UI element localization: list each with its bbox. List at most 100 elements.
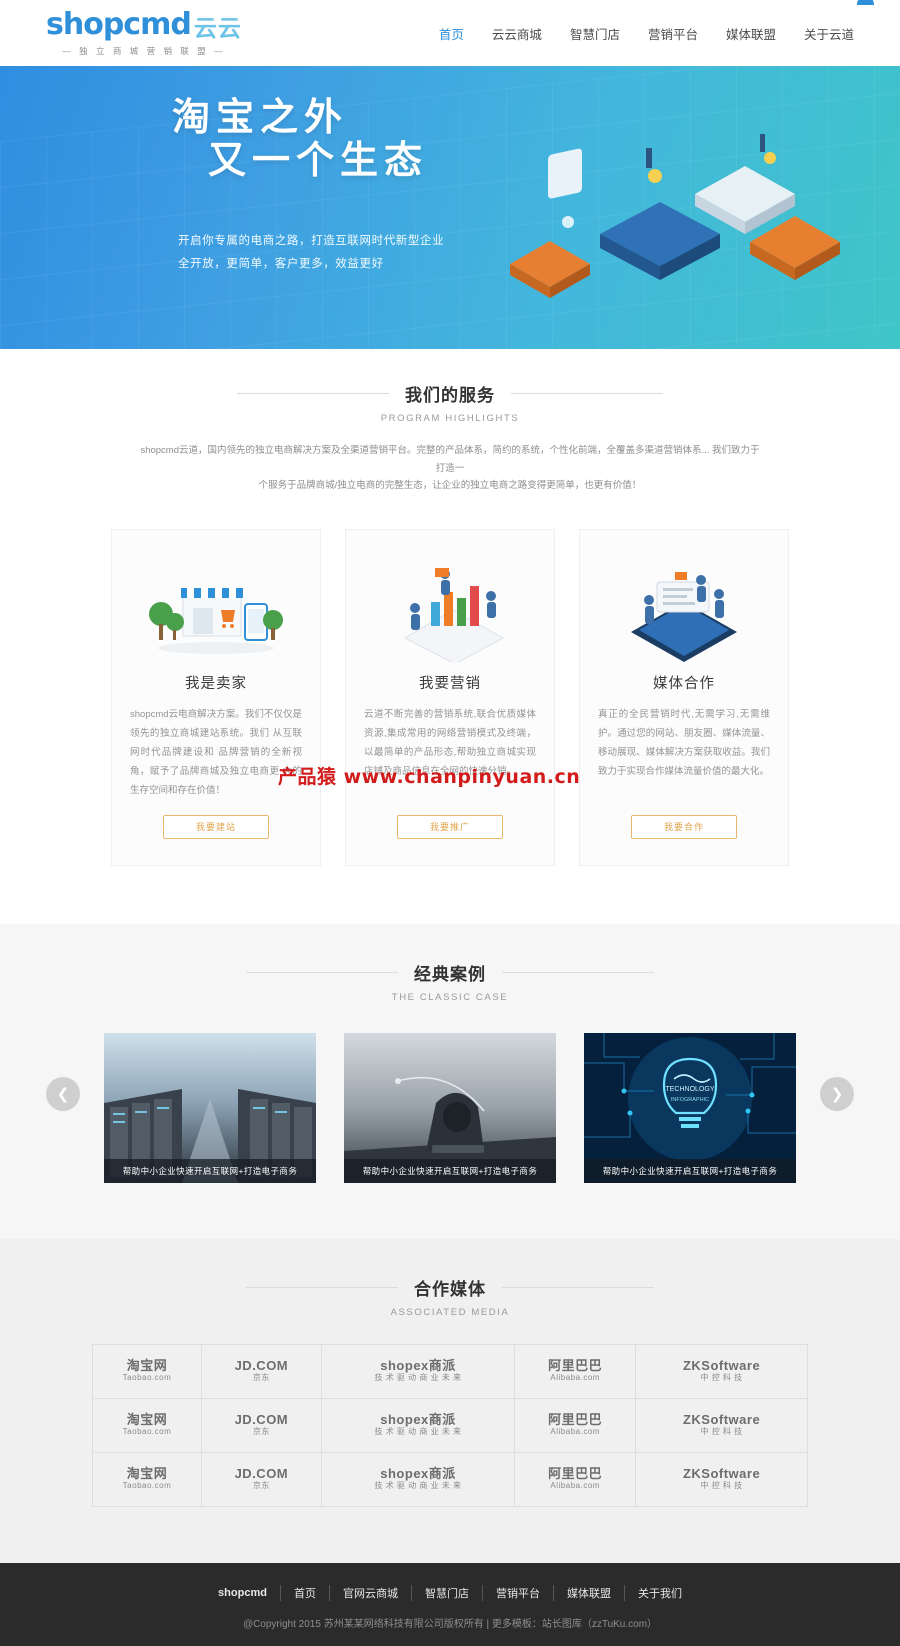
service-card-button-promote[interactable]: 我要推广 [397,814,503,839]
logo-tagline: — 独 立 商 城 营 销 联 盟 — [62,45,226,56]
brand-logo: JD.COM 京东 [202,1467,321,1491]
media-subtitle: ASSOCIATED MEDIA [390,1306,510,1318]
brand-sub: Taobao.com [122,1372,172,1382]
brand-name: ZKSoftware [682,1358,761,1374]
brand-sub: 中 控 科 技 [700,1372,743,1382]
media-logo-cell[interactable]: 阿里巴巴 Alibaba.com [514,1343,637,1399]
case-carousel: ❮ 帮助中小企业快速开启互联网+打造电子商务 帮助中小企业快速开启互联网+打造电… [0,1032,900,1183]
media-logo-cell[interactable]: ZKSoftware 中 控 科 技 [635,1397,808,1453]
brand-name: JD.COM [234,1412,289,1428]
brand-logo: 阿里巴巴 Alibaba.com [515,1359,635,1383]
media-logo-grid: 淘宝网 Taobao.com JD.COM 京东 shopex商派技 术 驱 动 商 业… [92,1343,808,1507]
hero-title: 淘宝之外 又一个生态 [172,97,444,182]
service-card-title: 我是卖家 [185,675,247,692]
footer-link-about[interactable]: 关于我们 [623,1584,695,1601]
brand-name: shopex商派 [380,1466,456,1482]
hero-subtitle-line1: 开启你专属的电商之路，打造互联网时代新型企业 [178,235,445,248]
footer-link-store[interactable]: 智慧门店 [410,1584,482,1601]
services-subtitle: PROGRAM HIGHLIGHTS [380,413,520,424]
media-logo-cell[interactable]: shopex商派技 术 驱 动 商 业 未 来 [320,1397,516,1453]
services-section: 我们的服务 PROGRAM HIGHLIGHTS shopcmd云道，国内领先的… [0,349,900,924]
services-description-line2: 个服务于品牌商城/独立电商的完整生态，让企业的独立电商之路变得更简单，也更有价值… [258,480,642,492]
media-logo-cell[interactable]: 阿里巴巴 Alibaba.com [514,1451,637,1507]
brand-logo: 淘宝网 Taobao.com [93,1467,201,1491]
brand-name: JD.COM [234,1358,289,1374]
media-heading: 合作媒体 ASSOCIATED MEDIA [0,1243,900,1318]
brand-logo: 阿里巴巴 Alibaba.com [515,1413,635,1437]
hero-illustration [510,134,840,298]
service-card-button-cooperate[interactable]: 我要合作 [631,814,737,839]
page-root: shopcmd 云云 — 独 立 商 城 营 销 联 盟 — 首页 云云商城 智… [0,0,900,1646]
handshake-icon [631,571,737,662]
service-card-marketing: 我要营销 云道不断完善的营销系统,联合优质媒体资源,集成常用的网络营销模式及终端… [345,528,555,866]
brand-name: ZKSoftware [682,1466,761,1482]
nav-item-store[interactable]: 智慧门店 [570,24,620,43]
nav-item-mall[interactable]: 云云商城 [492,24,542,43]
brand-sub: 京东 [252,1426,270,1436]
brand-logo: shopex商派技 术 驱 动 商 业 未 来 [322,1359,514,1383]
chevron-right-icon[interactable]: ❯ [820,1076,854,1111]
brand-sub: 中 控 科 技 [700,1426,743,1436]
media-logo-cell[interactable]: 淘宝网 Taobao.com [92,1451,202,1507]
media-logo-cell[interactable]: JD.COM 京东 [200,1451,322,1507]
nav-item-home[interactable]: 首页 [439,24,464,43]
case-list: 帮助中小企业快速开启互联网+打造电子商务 帮助中小企业快速开启互联网+打造电子商… [0,1032,900,1183]
brand-logo: 阿里巴巴 Alibaba.com [515,1467,635,1491]
watermark-text: 产品猿 www.chanpinyuan.cn [278,766,581,788]
service-card-title: 我要营销 [419,675,481,692]
nav-item-marketing[interactable]: 营销平台 [648,24,698,43]
media-logo-cell[interactable]: JD.COM 京东 [200,1397,322,1453]
hero-banner: 淘宝之外 又一个生态 开启你专属的电商之路，打造互联网时代新型企业 全开放，更简… [0,66,900,349]
case-overlay-bottom: INFOGRAPHIC [671,1097,709,1103]
footer-link-home[interactable]: 首页 [279,1584,329,1601]
brand-name: 阿里巴巴 [548,1412,603,1428]
brand-logo: shopex商派技 术 驱 动 商 业 未 来 [322,1467,514,1491]
storefront-icon [149,587,283,654]
media-logo-cell[interactable]: 淘宝网 Taobao.com [92,1397,202,1453]
case-item[interactable]: 帮助中小企业快速开启互联网+打造电子商务 [344,1032,556,1183]
brand-logo: ZKSoftware 中 控 科 技 [636,1359,807,1383]
case-item[interactable]: TECHNOLOGY INFOGRAPHIC 帮助中小企业快速开启互联网+打造电… [584,1032,796,1183]
service-card-media: 媒体合作 真正的全民营销时代,无需学习,无需维护。通过您的网站、朋友圈、媒体流量… [579,528,789,866]
footer-link-media[interactable]: 媒体联盟 [552,1584,624,1601]
brand-sub: 技 术 驱 动 商 业 未 来 [374,1480,462,1490]
chevron-left-icon[interactable]: ❮ [46,1076,80,1111]
media-logo-cell[interactable]: 阿里巴巴 Alibaba.com [514,1397,637,1453]
service-card-text: shopcmd云电商解决方案。我们不仅仅是领先的独立商城建站系统。我们 从互联网… [130,708,302,796]
footer-copyright: @Copyright 2015 苏州某某网络科技有限公司版权所有 | 更多模板：… [0,1615,900,1630]
brand-name: shopex商派 [380,1412,456,1428]
media-row: 淘宝网 Taobao.com JD.COM 京东 shopex商派技 术 驱 动 商 业… [92,1451,808,1507]
service-card-button-build[interactable]: 我要建站 [163,814,269,839]
service-card-seller: 我是卖家 shopcmd云电商解决方案。我们不仅仅是领先的独立商城建站系统。我们… [111,528,321,866]
case-caption: 帮助中小企业快速开启互联网+打造电子商务 [584,1158,796,1183]
case-caption: 帮助中小企业快速开启互联网+打造电子商务 [344,1158,556,1183]
bar-chart-icon [403,567,505,662]
brand-name: 淘宝网 [126,1466,168,1482]
case-item[interactable]: 帮助中小企业快速开启互联网+打造电子商务 [104,1032,316,1183]
footer-link-brand[interactable]: shopcmd [205,1587,280,1599]
media-row: 淘宝网 Taobao.com JD.COM 京东 shopex商派技 术 驱 动 商 业… [92,1343,808,1399]
media-logo-cell[interactable]: shopex商派技 术 驱 动 商 业 未 来 [320,1343,516,1399]
brand-logo: shopex商派技 术 驱 动 商 业 未 来 [322,1413,514,1437]
brand-sub: Alibaba.com [550,1480,600,1490]
footer-link-marketing[interactable]: 营销平台 [481,1584,553,1601]
brand-sub: Taobao.com [122,1426,172,1436]
brand-sub: 技 术 驱 动 商 业 未 来 [374,1426,462,1436]
service-card-list: 我是卖家 shopcmd云电商解决方案。我们不仅仅是领先的独立商城建站系统。我们… [0,528,900,866]
media-logo-cell[interactable]: ZKSoftware 中 控 科 技 [635,1343,808,1399]
brand-sub: Alibaba.com [550,1426,600,1436]
site-logo[interactable]: shopcmd 云云 — 独 立 商 城 营 销 联 盟 — [46,0,874,57]
brand-sub: 中 控 科 技 [700,1480,743,1490]
nav-item-media[interactable]: 媒体联盟 [726,24,776,43]
media-logo-cell[interactable]: ZKSoftware 中 控 科 技 [635,1451,808,1507]
media-logo-cell[interactable]: 淘宝网 Taobao.com [92,1343,202,1399]
brand-logo: ZKSoftware 中 控 科 技 [636,1467,807,1491]
brand-name: 阿里巴巴 [548,1466,603,1482]
footer-link-mall[interactable]: 官网云商城 [328,1584,411,1601]
hero-title-line1: 淘宝之外 [172,97,349,139]
media-logo-cell[interactable]: shopex商派技 术 驱 动 商 业 未 来 [320,1451,516,1507]
nav-item-about[interactable]: 关于云道 [804,24,854,43]
services-description-line1: shopcmd云道，国内领先的独立电商解决方案及全渠道营销平台。完整的产品体系，… [140,445,760,474]
media-logo-cell[interactable]: JD.COM 京东 [200,1343,322,1399]
copyright-link[interactable]: 站长图库（zzTuKu.com） [542,1619,657,1630]
